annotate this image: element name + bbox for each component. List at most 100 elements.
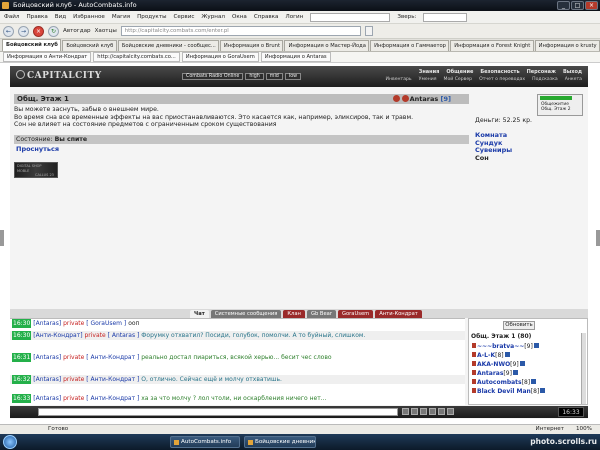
maximize-button[interactable]: □ — [571, 1, 584, 10]
password-field[interactable] — [423, 12, 468, 22]
tab-anti-kondrat[interactable]: Анти-Кондрат — [375, 310, 422, 318]
filter-icon[interactable] — [429, 408, 436, 415]
menu-help[interactable]: Справка — [254, 14, 279, 20]
chat-time[interactable]: 16:32 — [12, 375, 32, 384]
right-resize-grip[interactable] — [596, 230, 600, 246]
chat-log[interactable]: 16:30 [Antaras] private [ GoraUsem ] ооп … — [10, 318, 465, 405]
left-resize-grip[interactable] — [0, 230, 4, 246]
menu-edit[interactable]: Правка — [26, 14, 47, 20]
game-menu-security[interactable]: Безопасность — [480, 69, 519, 75]
chat-recipient[interactable]: [ GoraUsem ] — [86, 320, 126, 327]
tab-fight-club-active[interactable]: Бойцовский клуб — [2, 39, 62, 51]
chat-recipient[interactable]: [ Анти-Кондрат ] — [86, 354, 139, 361]
online-user[interactable]: Autocombats[8] — [472, 378, 545, 387]
game-menu-knowledge[interactable]: Знания — [419, 69, 440, 75]
chat-time[interactable]: 16:31 — [12, 353, 32, 362]
smiley-icon[interactable] — [411, 408, 418, 415]
game-menu-my-server[interactable]: Мой Сервер — [443, 77, 472, 82]
tab-chat[interactable]: Чат — [190, 310, 209, 318]
chat-time[interactable]: 16:30 — [12, 331, 32, 340]
chat-recipient[interactable]: [ Antaras ] — [108, 332, 140, 339]
online-user-name[interactable]: AKA-NWO — [477, 361, 510, 368]
minimize-button[interactable]: _ — [557, 1, 570, 10]
wake-up-link[interactable]: Проснуться — [16, 145, 59, 153]
game-menu-exit[interactable]: Выход — [563, 69, 582, 75]
zoom-level[interactable]: 100% — [576, 425, 592, 434]
info-icon[interactable] — [519, 361, 525, 366]
translit-icon[interactable] — [447, 408, 454, 415]
online-user-name[interactable]: Autocombats — [477, 379, 522, 386]
online-user[interactable]: A-L-K[8] — [472, 351, 545, 360]
banner-image[interactable]: DIGITAL SHOP MOBLE CALLUS 23 — [14, 162, 58, 178]
favorites-button[interactable]: Хаотцы — [95, 28, 117, 34]
login-field[interactable] — [310, 12, 391, 22]
taskbar-item[interactable]: Бойцовские дневник... — [244, 436, 316, 448]
battle-icon[interactable] — [393, 95, 400, 102]
game-menu-transfer-report[interactable]: Отчет о переводах — [479, 77, 525, 82]
chat-time[interactable]: 16:33 — [12, 394, 32, 403]
tab-info-antaras[interactable]: Информация о Antaras — [260, 52, 331, 62]
game-menu-character[interactable]: Персонаж — [527, 69, 556, 75]
menu-products[interactable]: Продукты — [137, 14, 166, 20]
taskbar-item[interactable]: AutoCombats.info — [170, 436, 240, 448]
game-menu-skills[interactable]: Умения — [419, 77, 437, 82]
chat-recipient[interactable]: [ Анти-Кондрат ] — [86, 395, 139, 402]
online-user-name[interactable]: Black Devil Man — [477, 388, 531, 395]
online-user[interactable]: Black Devil Man[8] — [472, 387, 546, 396]
info-icon[interactable] — [504, 352, 510, 357]
start-button[interactable] — [3, 435, 17, 449]
tab-gb-bear[interactable]: Gb Bear — [306, 310, 336, 318]
tab-system-messages[interactable]: Системные сообщения — [210, 310, 282, 318]
menu-favorites[interactable]: Избранное — [73, 14, 105, 20]
tab-clan[interactable]: Клан — [283, 310, 305, 318]
chat-input[interactable] — [38, 408, 398, 416]
menu-windows[interactable]: Окна — [232, 14, 247, 20]
back-button[interactable]: ← — [3, 25, 14, 37]
tab-diaries[interactable]: Бойцовские дневники - сообщес... — [117, 40, 219, 51]
online-user-name[interactable]: Antaras — [477, 370, 503, 377]
radio-mid-button[interactable]: mid — [265, 73, 283, 80]
radio-low-button[interactable]: low — [284, 73, 302, 80]
tab-capitalcity-url[interactable]: http://capitalcity.combats.co... — [93, 52, 180, 62]
player-name[interactable]: Antaras [9] — [410, 95, 451, 103]
chat-sender[interactable]: [Antaras] — [33, 320, 61, 327]
chat-time[interactable]: 16:30 — [12, 319, 32, 328]
game-menu-inventory[interactable]: Инвентарь — [386, 77, 412, 82]
room-map-widget[interactable]: Общежитие Общ. Этаж 2 — [537, 94, 583, 116]
chat-sender[interactable]: [Анти-Кондрат] — [33, 332, 82, 339]
refresh-button[interactable]: ↻ — [48, 25, 59, 37]
chat-sender[interactable]: [Antaras] — [33, 354, 61, 361]
tab-info-forest-knight[interactable]: Информация о Forest Knight — [450, 40, 534, 51]
address-bar[interactable]: http://capitalcity.combats.com/enter.pl — [120, 26, 361, 36]
tab-info-brunt[interactable]: Информация о Brunt — [219, 40, 284, 51]
game-menu-profile[interactable]: Анкета — [565, 77, 582, 82]
info-icon[interactable] — [540, 388, 546, 393]
info-icon[interactable] — [533, 343, 539, 348]
menu-magic[interactable]: Магия — [112, 14, 130, 20]
online-user-name[interactable]: ~~~bratva~~ — [477, 343, 524, 350]
settings-icon[interactable] — [438, 408, 445, 415]
stop-button[interactable]: × — [33, 25, 44, 37]
tab-info-gammaetor[interactable]: Информация о Гаммаетор — [370, 40, 450, 51]
online-user[interactable]: ~~~bratva~~[9] — [472, 342, 545, 351]
send-icon[interactable] — [402, 408, 409, 415]
radio-high-button[interactable]: high — [245, 73, 264, 80]
chat-sender[interactable]: [Antaras] — [33, 395, 61, 402]
chat-recipient[interactable]: [ Анти-Кондрат ] — [86, 376, 139, 383]
tab-info-master-yoda[interactable]: Информация о Мастер-Йода — [284, 40, 370, 51]
online-user-name[interactable]: A-L-K — [477, 352, 495, 359]
game-menu-hint[interactable]: Подсказка — [532, 77, 558, 82]
clear-icon[interactable] — [420, 408, 427, 415]
menu-file[interactable]: Файл — [4, 14, 19, 20]
clan-icon[interactable] — [402, 95, 409, 102]
autoload-button[interactable]: Автогдар — [63, 28, 91, 34]
forward-button[interactable]: → — [18, 25, 29, 37]
refresh-online-button[interactable]: Обновить — [503, 321, 535, 330]
game-menu-communication[interactable]: Общение — [446, 69, 473, 75]
online-user[interactable]: AKA-NWO[9] — [472, 360, 545, 369]
address-dropdown[interactable] — [364, 26, 373, 36]
chat-sender[interactable]: [Antaras] — [33, 376, 61, 383]
game-logo[interactable]: CAPITALCITY — [16, 70, 102, 81]
close-button[interactable]: × — [585, 1, 598, 10]
tab-info-krusty[interactable]: Информация о krusty — [534, 40, 600, 51]
